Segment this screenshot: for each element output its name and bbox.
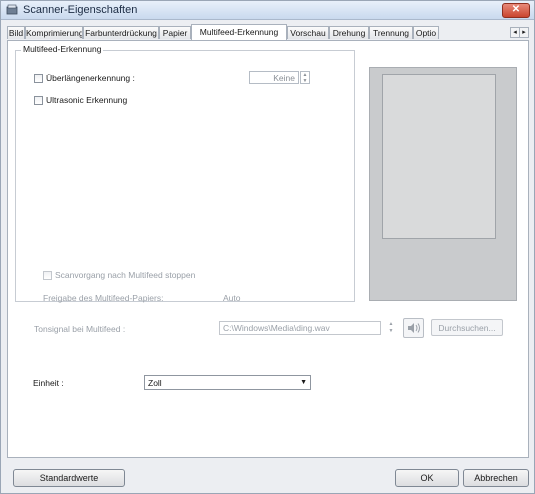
- tab-vorschau[interactable]: Vorschau: [287, 26, 329, 39]
- scanner-icon: [6, 4, 18, 15]
- sound-path-input[interactable]: C:\Windows\Media\ding.wav: [219, 321, 381, 335]
- stop-scan-label: Scanvorgang nach Multifeed stoppen: [55, 270, 196, 280]
- length-detection-row: Überlängenerkennung :: [34, 73, 135, 83]
- preview-page: [382, 74, 496, 239]
- unit-label: Einheit :: [33, 378, 64, 388]
- release-value: Auto: [223, 293, 241, 303]
- browse-button[interactable]: Durchsuchen...: [431, 319, 503, 336]
- cancel-button[interactable]: Abbrechen: [463, 469, 529, 487]
- close-button[interactable]: ✕: [502, 3, 530, 18]
- stop-scan-checkbox[interactable]: [43, 271, 52, 280]
- tab-trennung[interactable]: Trennung: [369, 26, 413, 39]
- ok-button[interactable]: OK: [395, 469, 459, 487]
- unit-select[interactable]: Zoll ▼: [144, 375, 311, 390]
- length-detection-checkbox[interactable]: [34, 74, 43, 83]
- ultrasonic-checkbox[interactable]: [34, 96, 43, 105]
- multifeed-group-label: Multifeed-Erkennung: [21, 44, 104, 54]
- play-sound-button[interactable]: [403, 318, 424, 338]
- scanner-properties-window: Scanner-Eigenschaften ✕ Bild Komprimieru…: [0, 0, 535, 494]
- length-detection-label: Überlängenerkennung :: [46, 73, 135, 83]
- tab-farbunterdrueckung[interactable]: Farbunterdrückung: [83, 26, 159, 39]
- tab-komprimierung[interactable]: Komprimierung: [25, 26, 83, 39]
- sound-label: Tonsignal bei Multifeed :: [34, 324, 126, 334]
- tab-optionen[interactable]: Optio: [413, 26, 439, 39]
- tab-drehung[interactable]: Drehung: [329, 26, 369, 39]
- window-title: Scanner-Eigenschaften: [23, 4, 138, 16]
- release-label: Freigabe des Multifeed-Papiers:: [43, 293, 164, 303]
- tab-bild[interactable]: Bild: [7, 26, 25, 39]
- tab-strip: Bild Komprimierung Farbunterdrückung Pap…: [7, 24, 529, 40]
- title-bar: Scanner-Eigenschaften ✕: [1, 1, 534, 20]
- stop-scan-row: Scanvorgang nach Multifeed stoppen: [43, 270, 195, 280]
- speaker-icon: [408, 323, 420, 333]
- chevron-down-icon: ▼: [300, 379, 307, 386]
- tab-papier[interactable]: Papier: [159, 26, 191, 39]
- unit-select-value: Zoll: [148, 378, 162, 388]
- sound-path-stepper[interactable]: ▲ ▼: [386, 321, 396, 335]
- ultrasonic-row: Ultrasonic Erkennung: [34, 95, 127, 105]
- tab-scroll-right-button[interactable]: ▸: [519, 27, 529, 38]
- tab-multifeed-erkennung[interactable]: Multifeed-Erkennung: [191, 24, 287, 40]
- multifeed-group-box: [15, 50, 355, 302]
- length-value-stepper[interactable]: ▲ ▼: [300, 71, 310, 84]
- defaults-button[interactable]: Standardwerte: [13, 469, 125, 487]
- length-value-input[interactable]: Keine: [249, 71, 299, 84]
- ultrasonic-label: Ultrasonic Erkennung: [46, 95, 128, 105]
